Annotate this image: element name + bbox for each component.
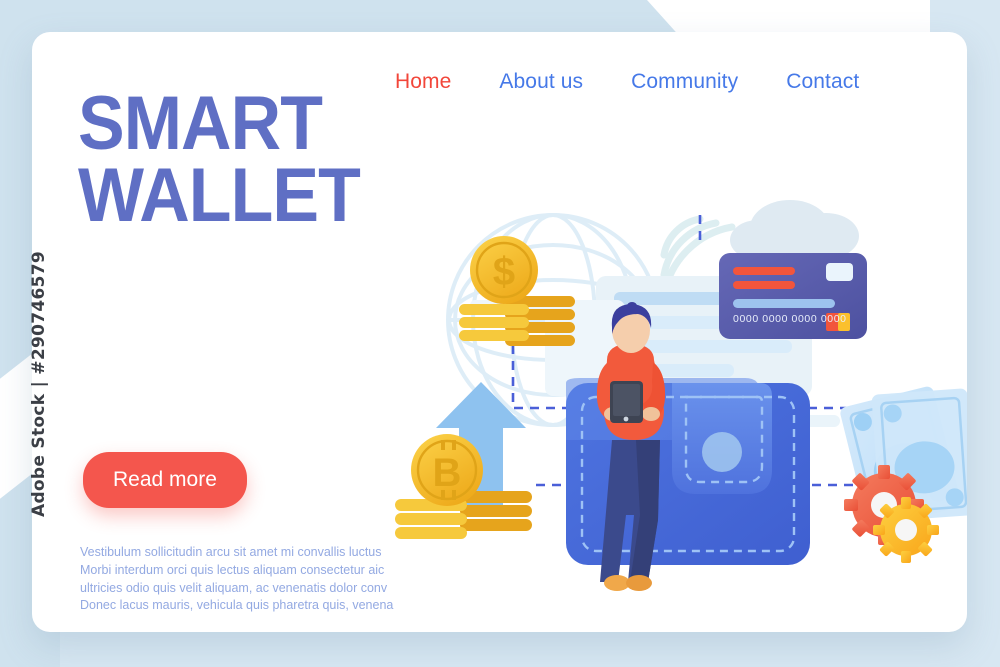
nav-item-home[interactable]: Home — [395, 70, 451, 94]
bitcoin-coin-stack: B — [395, 434, 532, 539]
page-title-line-2: WALLET — [78, 153, 361, 239]
nav-item-about-us[interactable]: About us — [499, 70, 583, 94]
page-title-line-1: SMART — [78, 81, 323, 166]
credit-card: 0000 0000 0000 0000 — [719, 253, 867, 339]
page-title: SMART WALLET — [78, 81, 361, 239]
hero-paragraph-line-4: Donec lacus mauris, vehicula quis pharet… — [80, 598, 394, 613]
hero-paragraph: Vestibulum sollicitudin arcu sit amet mi… — [80, 544, 394, 615]
bitcoin-symbol: B — [433, 451, 462, 495]
cloud-icon — [730, 200, 859, 260]
stock-watermark: Adobe Stock | #290746579 — [29, 250, 49, 517]
hero-paragraph-line-1: Vestibulum sollicitudin arcu sit amet mi… — [80, 545, 382, 559]
main-navigation[interactable]: Home About us Community Contact — [395, 70, 859, 94]
screenshot-root: 0000 0000 0000 0000 $ B Home About us Co… — [0, 0, 1000, 667]
hero-paragraph-line-2: Morbi interdum orci quis lectus aliquam … — [80, 562, 385, 577]
credit-card-number: 0000 0000 0000 0000 — [733, 313, 847, 325]
dollar-symbol: $ — [493, 250, 515, 294]
read-more-button[interactable]: Read more — [83, 452, 247, 508]
hero-paragraph-line-3: ultricies odio quis velit aliquam, ac ve… — [80, 580, 388, 595]
nav-item-community[interactable]: Community — [631, 70, 738, 94]
gear-small — [873, 497, 939, 563]
nav-item-contact[interactable]: Contact — [786, 70, 859, 94]
